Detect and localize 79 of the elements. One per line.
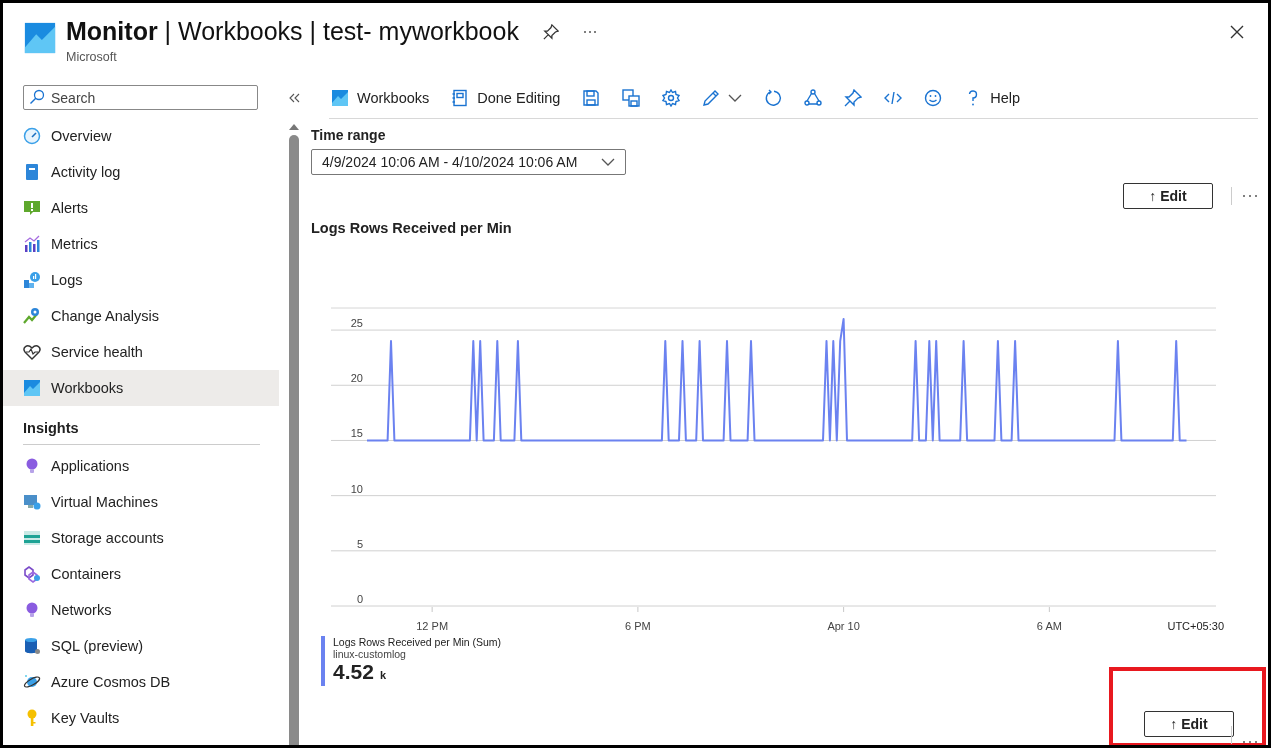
chart-tile-icon [23,21,57,55]
chart-title: Logs Rows Received per Min [311,220,513,236]
axis-label: 10 [350,482,363,495]
legend-label: Logs Rows Received per Min (Sum) [333,636,502,648]
more-icon[interactable] [1242,193,1258,198]
settings-icon [662,89,681,107]
planet-icon [23,673,41,691]
close-icon[interactable] [1230,25,1244,39]
heart-icon [23,343,41,361]
scrollbar[interactable] [288,123,300,745]
bar-chart-icon [23,235,41,253]
nav-item[interactable]: Logs [3,262,279,298]
toolbar-button[interactable]: Workbooks [329,83,441,113]
nav-item[interactable]: Storage accounts [3,520,279,556]
axis-label: 6 AM [1036,620,1062,632]
nav-item[interactable]: Service health [3,334,279,370]
book-icon [23,163,41,181]
notebook-icon [451,89,470,107]
timezone-label: UTC+05:30 [1167,620,1224,632]
chevron-down-icon [728,93,743,103]
chart-tile-icon [23,379,41,397]
nav-item[interactable]: Metrics [3,226,279,262]
nav-item[interactable]: Azure Cosmos DB [3,664,279,700]
page-subtitle: Microsoft [66,50,118,64]
axis-label: 20 [350,372,363,385]
axis-label: 15 [350,427,363,440]
search-icon [29,89,45,105]
trend-pin-icon [23,307,41,325]
more-icon[interactable] [582,29,597,34]
gauge-icon [23,127,41,145]
search-field[interactable]: Search [23,85,258,110]
share-icon [804,89,823,107]
monitor-icon [23,493,41,511]
nav-item[interactable]: Overview [3,118,279,154]
axis-label: 25 [350,317,363,330]
pencil-icon [702,89,721,107]
storage-icon [23,529,41,547]
edit-button[interactable]: ↑ Edit [1123,182,1213,209]
legend-value: 4.52 [333,660,374,684]
nav-item[interactable]: Workbooks [3,370,279,406]
save-icon [582,89,601,107]
cubes-icon [23,565,41,583]
smiley-icon [924,89,943,107]
chevron-down-icon [601,157,615,167]
chart-tile-icon [331,89,349,107]
axis-label: 12 PM [416,620,449,632]
nav-item[interactable]: Containers [3,556,279,592]
axis-label: 6 PM [625,620,651,632]
database-icon [23,637,41,655]
nav-item[interactable]: Virtual Machines [3,484,279,520]
nav-item[interactable]: Alerts [3,190,279,226]
page-title: Monitor | Workbooks | test- myworkbook [66,17,519,46]
pin-icon [844,89,863,107]
alert-icon [23,199,41,217]
field-label: Time range [311,127,387,143]
save-as-icon [622,89,641,107]
section-heading: Insights [22,419,80,436]
nav-item[interactable]: SQL (preview) [3,628,279,664]
collapse-icon[interactable] [288,93,300,103]
edit-button[interactable]: ↑ Edit [1144,711,1234,737]
nav-item[interactable]: Networks [3,592,279,628]
axis-label: 5 [356,537,363,550]
nav-item[interactable]: Change Analysis [3,298,279,334]
toolbar-button[interactable]: Help [953,83,1032,113]
axis-label: Apr 10 [827,620,860,632]
legend-sublabel: linux-customlog [333,648,407,660]
pin-icon[interactable] [542,23,559,40]
nav-item[interactable]: Activity log [3,154,279,190]
nav-item[interactable]: Applications [3,448,279,484]
axis-label: 0 [356,593,363,605]
nav-item[interactable]: Key Vaults [3,700,279,736]
code-icon [884,89,903,107]
blocks-icon [23,271,41,289]
time-range-dropdown[interactable]: 4/9/2024 10:06 AM - 4/10/2024 10:06 AM [311,149,626,175]
legend-unit: k [379,669,386,681]
toolbar-button[interactable]: Done Editing [440,83,572,113]
more-icon[interactable] [1242,740,1258,744]
refresh-icon [764,89,783,107]
scroll-up-icon[interactable] [288,123,300,131]
